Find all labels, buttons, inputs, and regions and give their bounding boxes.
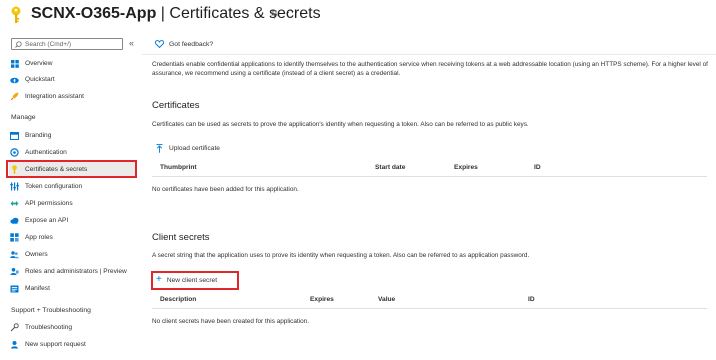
sidebar-item-label: App roles <box>25 234 53 241</box>
column-header-thumbprint: Thumbprint <box>160 164 197 171</box>
page-header: SCNX-O365-App | Certificates & secrets ·… <box>0 0 716 30</box>
intro-text: Credentials enable confidential applicat… <box>152 61 708 77</box>
sidebar-item-roles-and-administrators[interactable]: Roles and administrators | Preview <box>9 264 135 279</box>
sidebar-item-label: Expose an API <box>25 217 69 224</box>
grid-icon <box>10 59 19 68</box>
sidebar-item-authentication[interactable]: Authentication <box>9 145 135 160</box>
search-placeholder: Search (Cmd+/) <box>25 40 72 48</box>
sidebar-item-label: New support request <box>25 341 86 348</box>
sidebar-item-label: Overview <box>25 60 53 67</box>
sidebar-item-label: Manifest <box>25 285 50 292</box>
cloud-icon <box>10 216 19 225</box>
search-icon <box>15 40 22 48</box>
sidebar-item-quickstart[interactable]: Quickstart <box>9 72 135 87</box>
sidebar-item-expose-an-api[interactable]: Expose an API <box>9 213 135 228</box>
sidebar-item-label: Roles and administrators | Preview <box>25 268 127 275</box>
client-secrets-description: A secret string that the application use… <box>152 252 530 259</box>
divider <box>142 54 716 55</box>
heart-icon <box>155 40 164 48</box>
client-secrets-heading: Client secrets <box>152 232 210 243</box>
title-separator: | <box>156 5 170 22</box>
column-header-expires: Expires <box>310 296 334 303</box>
sidebar-item-owners[interactable]: Owners <box>9 247 135 262</box>
app-roles-icon <box>10 233 19 242</box>
collapse-sidebar-icon[interactable]: « <box>129 38 134 48</box>
sidebar-item-label: Integration assistant <box>25 93 85 100</box>
upload-certificate-label: Upload certificate <box>169 145 220 152</box>
search-input[interactable]: Search (Cmd+/) <box>11 38 123 50</box>
sidebar-item-label: Branding <box>25 132 52 139</box>
sidebar-item-troubleshooting[interactable]: Troubleshooting <box>9 320 135 335</box>
rocket-icon <box>10 92 19 101</box>
sidebar-item-overview[interactable]: Overview <box>9 56 135 71</box>
sidebar-item-label: API permissions <box>25 200 73 207</box>
column-header-id: ID <box>528 296 535 303</box>
pin-icon[interactable] <box>270 10 279 19</box>
sidebar-item-label: Troubleshooting <box>25 324 73 331</box>
key-icon <box>11 6 21 23</box>
certificates-heading: Certificates <box>152 100 200 111</box>
roles-icon <box>10 267 19 276</box>
cloud-bolt-icon <box>10 75 19 84</box>
owners-icon <box>10 250 19 259</box>
more-options-icon[interactable]: ··· <box>287 7 299 17</box>
app-name: SCNX-O365-App <box>31 5 157 22</box>
api-permissions-icon <box>10 199 19 208</box>
column-header-id: ID <box>534 164 541 171</box>
sidebar-item-manifest[interactable]: Manifest <box>9 281 135 296</box>
sidebar-item-token-configuration[interactable]: Token configuration <box>9 179 135 194</box>
wrench-icon <box>10 323 19 332</box>
main-content: Got feedback? Credentials enable confide… <box>142 34 716 360</box>
sidebar-item-label: Owners <box>25 251 48 258</box>
column-header-expires: Expires <box>454 164 478 171</box>
sidebar-item-branding[interactable]: Branding <box>9 128 135 143</box>
auth-icon <box>10 148 19 157</box>
manifest-icon <box>10 284 19 293</box>
certificates-description: Certificates can be used as secrets to p… <box>152 121 529 128</box>
sidebar-item-api-permissions[interactable]: API permissions <box>9 196 135 211</box>
table-header-divider <box>152 308 707 309</box>
sidebar-item-app-roles[interactable]: App roles <box>9 230 135 245</box>
sidebar-item-integration-assistant[interactable]: Integration assistant <box>9 89 135 104</box>
branding-icon <box>10 131 19 140</box>
column-header-start-date: Start date <box>375 164 406 171</box>
upload-certificate-button[interactable]: Upload certificate <box>156 144 220 153</box>
column-header-value: Value <box>378 296 396 303</box>
sidebar-item-label: Authentication <box>25 149 67 156</box>
upload-icon <box>156 144 163 153</box>
sidebar-section-support: Support + Troubleshooting <box>11 307 91 314</box>
sidebar-item-label: Quickstart <box>25 76 55 83</box>
client-secrets-empty-message: No client secrets have been created for … <box>152 318 310 325</box>
feedback-link[interactable]: Got feedback? <box>155 40 213 48</box>
sidebar: Search (Cmd+/) « Overview Quickstart Int… <box>0 34 142 360</box>
sidebar-section-manage: Manage <box>11 114 36 121</box>
feedback-label: Got feedback? <box>169 40 214 48</box>
sidebar-item-label: Token configuration <box>25 183 83 190</box>
highlight-box-new-client-secret <box>151 271 239 290</box>
support-icon <box>10 340 19 349</box>
column-header-description: Description <box>160 296 197 303</box>
highlight-box-certificates <box>6 160 137 178</box>
certificates-empty-message: No certificates have been added for this… <box>152 186 299 193</box>
token-config-icon <box>10 182 19 191</box>
sidebar-item-new-support-request[interactable]: New support request <box>9 337 135 352</box>
table-header-divider <box>152 176 707 177</box>
